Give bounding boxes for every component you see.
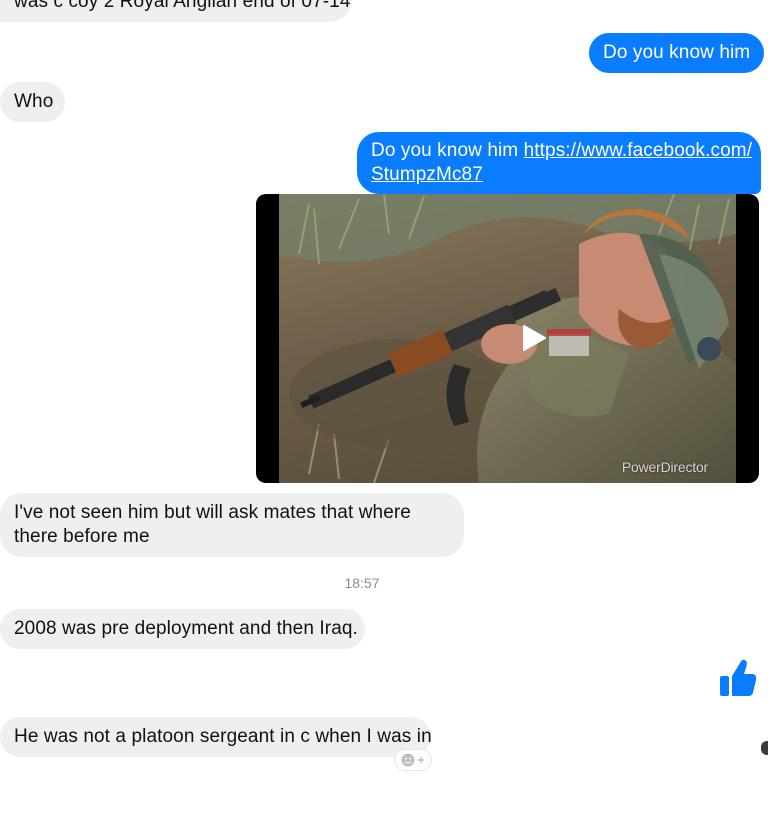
message-text: Who: [14, 91, 54, 112]
message-bubble-outgoing[interactable]: Do you know him https://www.facebook.com…: [357, 132, 761, 194]
message-text: was c coy 2 Royal Anglian end of 07-14: [14, 0, 351, 12]
message-link[interactable]: https://www.facebook.com/: [524, 140, 753, 161]
play-icon[interactable]: [521, 324, 547, 352]
add-reaction-icon: [401, 753, 424, 767]
cropped-avatar: [761, 741, 768, 755]
message-text: Do you know him: [603, 42, 751, 63]
thumbs-up-icon[interactable]: [718, 657, 758, 699]
message-text: 2008 was pre deployment and then Iraq.: [14, 618, 358, 639]
message-bubble-incoming[interactable]: was c coy 2 Royal Anglian end of 07-14: [0, 0, 352, 22]
message-line: Do you know him https://www.facebook.com…: [371, 139, 752, 163]
add-reaction-button[interactable]: [394, 749, 432, 771]
video-thumbnail: PowerDirector: [279, 194, 736, 483]
message-bubble-incoming[interactable]: 2008 was pre deployment and then Iraq.: [0, 609, 365, 649]
video-attachment[interactable]: PowerDirector: [256, 194, 759, 483]
message-bubble-incoming[interactable]: He was not a platoon sergeant in c when …: [0, 717, 432, 757]
message-bubble-incoming[interactable]: Who: [0, 82, 65, 122]
video-thumbnail-image: [279, 194, 736, 483]
message-text: He was not a platoon sergeant in c when …: [14, 726, 432, 747]
message-bubble-incoming[interactable]: I've not seen him but will ask mates tha…: [0, 493, 464, 557]
message-link-continuation[interactable]: StumpzMc87: [371, 163, 747, 187]
message-timestamp: 18:57: [344, 575, 380, 591]
video-watermark: PowerDirector: [621, 459, 708, 475]
message-bubble-outgoing[interactable]: Do you know him: [589, 33, 765, 73]
message-text: I've not seen him but will ask mates tha…: [14, 502, 411, 547]
message-text: Do you know him: [371, 140, 524, 161]
